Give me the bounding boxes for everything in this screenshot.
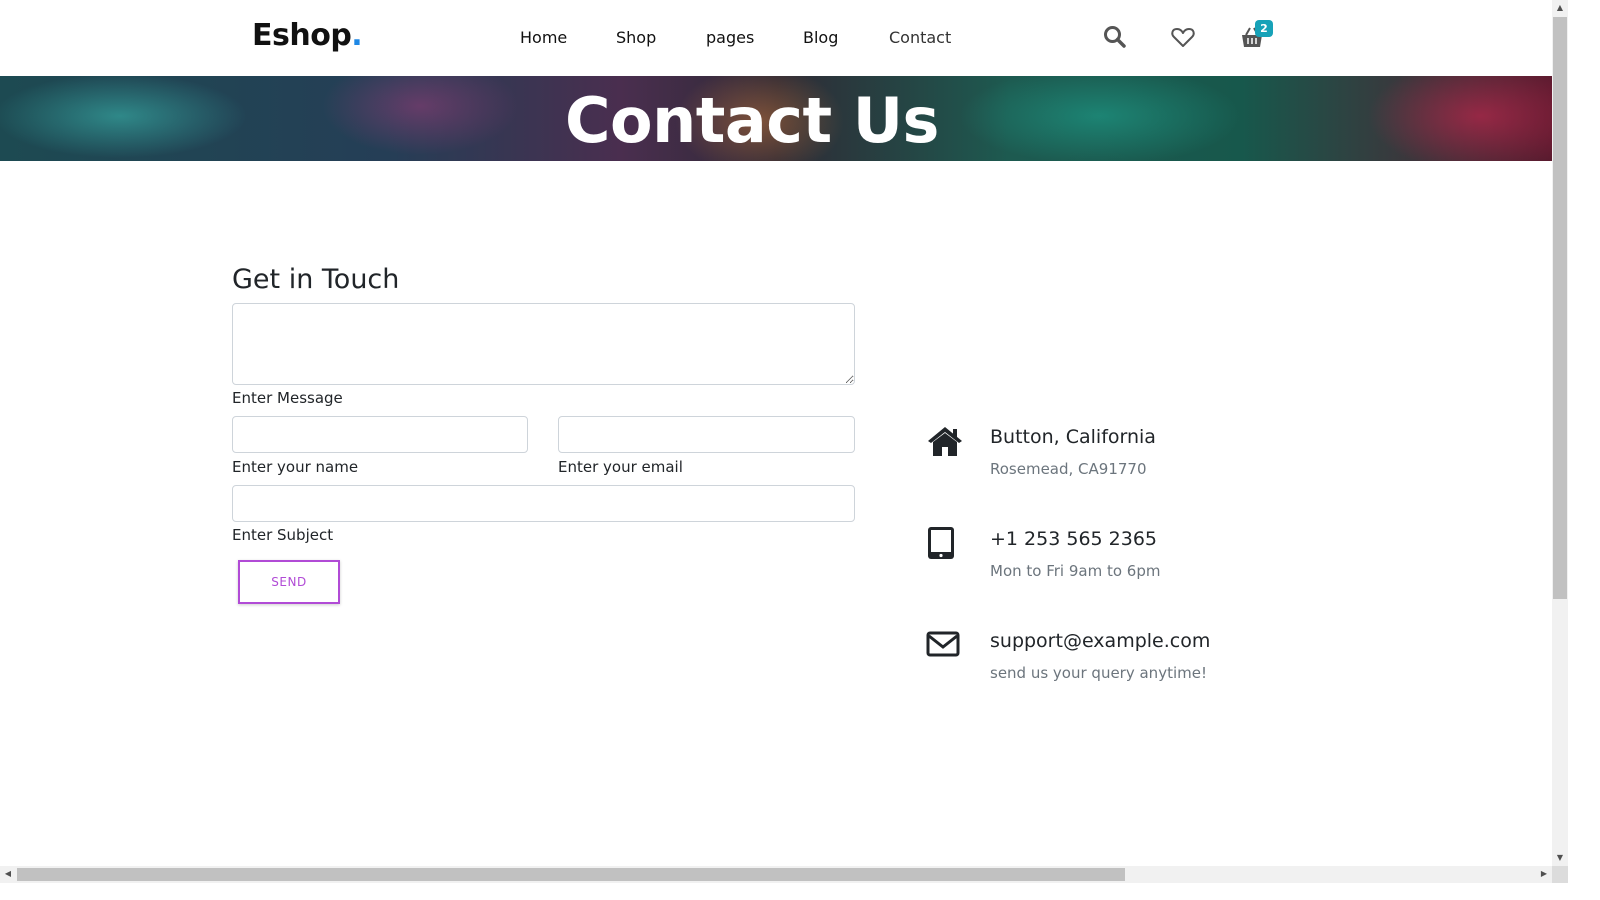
phone-title: +1 253 565 2365 xyxy=(990,528,1158,550)
phone-sub: Mon to Fri 9am to 6pm xyxy=(990,562,1161,580)
logo-dot: . xyxy=(351,18,363,53)
scrollbar-corner xyxy=(1552,866,1568,883)
window-bottom xyxy=(0,883,1600,900)
name-label: Enter your name xyxy=(232,458,359,476)
nav-contact[interactable]: Contact xyxy=(889,28,951,47)
email-title: support@example.com xyxy=(990,630,1211,652)
page-title: Contact Us xyxy=(565,84,939,157)
vertical-scrollbar-thumb[interactable] xyxy=(1553,17,1567,599)
scroll-down-arrow-icon[interactable]: ▼ xyxy=(1552,850,1568,866)
email-sub: send us your query anytime! xyxy=(990,664,1207,682)
site-header: Eshop. Home Shop pages Blog Contact 2 xyxy=(0,0,1552,76)
address-sub: Rosemead, CA91770 xyxy=(990,460,1147,478)
nav-blog[interactable]: Blog xyxy=(803,28,838,47)
subject-label: Enter Subject xyxy=(232,526,334,544)
page-banner: Contact Us xyxy=(0,76,1552,161)
email-label: Enter your email xyxy=(558,458,683,476)
send-button[interactable]: SEND xyxy=(238,560,340,604)
cart-count-badge: 2 xyxy=(1255,20,1273,37)
horizontal-scrollbar-thumb[interactable] xyxy=(17,868,1125,881)
message-textarea[interactable] xyxy=(232,303,855,385)
form-title: Get in Touch xyxy=(232,264,400,295)
name-input[interactable] xyxy=(232,416,528,453)
nav-pages[interactable]: pages xyxy=(706,28,754,47)
email-input[interactable] xyxy=(558,416,855,453)
scroll-right-arrow-icon[interactable]: ▶ xyxy=(1536,866,1552,882)
search-icon[interactable] xyxy=(1102,24,1128,50)
mail-icon xyxy=(926,630,962,666)
site-logo[interactable]: Eshop. xyxy=(252,18,363,53)
subject-input[interactable] xyxy=(232,485,855,522)
nav-home[interactable]: Home xyxy=(520,28,567,47)
nav-shop[interactable]: Shop xyxy=(616,28,656,47)
home-icon xyxy=(926,424,962,460)
scroll-up-arrow-icon[interactable]: ▲ xyxy=(1552,0,1568,16)
logo-text: Eshop xyxy=(252,18,352,53)
tablet-icon xyxy=(926,526,962,562)
heart-icon[interactable] xyxy=(1170,24,1196,50)
scroll-left-arrow-icon[interactable]: ◀ xyxy=(0,866,16,882)
message-label: Enter Message xyxy=(232,389,343,407)
address-title: Button, California xyxy=(990,426,1156,448)
